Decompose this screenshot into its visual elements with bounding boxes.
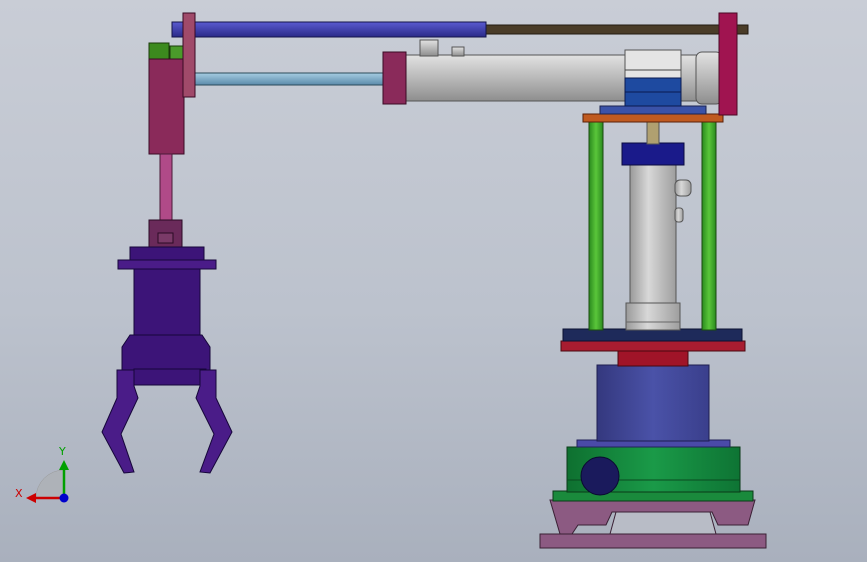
orange-plate	[582, 113, 724, 123]
triad-y-arrowhead	[59, 460, 69, 470]
gripper-flange	[117, 259, 217, 270]
base-motor-circle	[580, 456, 620, 496]
green-rod-right	[701, 119, 717, 331]
base-foot-shadow	[609, 511, 717, 535]
top-rod-blue	[171, 21, 487, 38]
wrist-assembly	[148, 12, 196, 223]
base-plate	[539, 533, 767, 549]
gripper-connector-slot	[157, 232, 174, 244]
green-rod-left	[588, 119, 604, 331]
wrist-green-block	[148, 42, 170, 62]
coordinate-triad: Y X	[15, 445, 69, 503]
wrist-shaft	[159, 153, 173, 223]
gripper-left-finger	[101, 369, 139, 474]
wrist-plate	[182, 12, 196, 98]
triad-x-arrowhead	[26, 493, 36, 503]
gripper-hub	[129, 246, 205, 262]
gripper-assembly	[101, 219, 233, 474]
triad-plane	[35, 469, 65, 499]
lower-rod	[187, 72, 387, 86]
triad-y-label: Y	[58, 445, 66, 458]
arm-assembly	[171, 12, 749, 116]
cad-viewport: Y X	[0, 0, 867, 562]
gripper-body	[133, 268, 201, 336]
cylinder-end	[695, 51, 723, 105]
column-shaft	[646, 121, 660, 145]
base-assembly	[539, 328, 767, 549]
column-top-block	[621, 142, 685, 166]
cylinder-small-tab-1	[419, 39, 439, 57]
column-assembly	[582, 105, 724, 331]
gripper-lower-body	[121, 334, 211, 371]
red-plate	[560, 340, 746, 352]
orange-plate-top	[599, 105, 707, 115]
column-knob-2	[674, 207, 684, 223]
robot-arm-model: Y X	[15, 12, 767, 549]
gripper-right-finger	[195, 369, 233, 474]
top-rod-brown	[483, 24, 749, 35]
triad-x-label: X	[15, 487, 23, 500]
column-lower-sleeve	[625, 302, 681, 331]
dark-blue-plate	[562, 328, 743, 342]
gripper-bottom	[133, 368, 207, 386]
wrist-housing	[148, 58, 185, 155]
blue-drum	[596, 364, 710, 442]
red-collar	[617, 349, 689, 367]
right-end-plate	[718, 12, 738, 116]
cylinder-left-cap	[382, 51, 407, 105]
cylinder-small-tab-2	[451, 46, 465, 57]
column-knob-1	[674, 179, 692, 197]
triad-z-axis	[59, 493, 69, 503]
cylinder-ring	[624, 49, 682, 79]
